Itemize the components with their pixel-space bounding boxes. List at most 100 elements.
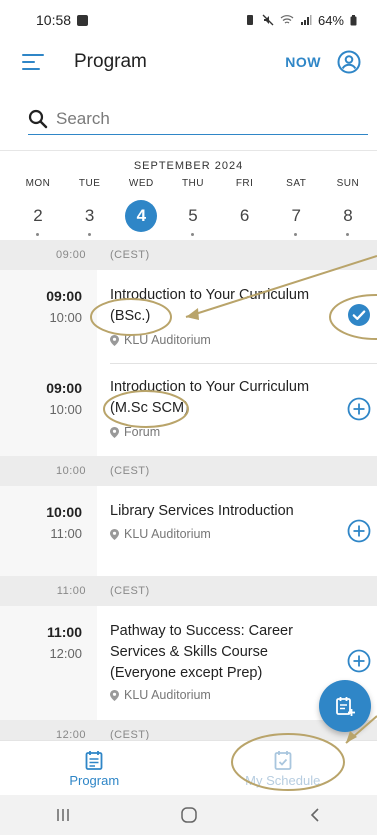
day-number-text: 5	[188, 206, 198, 225]
back-icon[interactable]	[307, 807, 323, 823]
week-calendar: SEPTEMBER 2024 MON 2 TUE 3 WED 4 THU 5 F…	[0, 150, 377, 240]
day-number-text: 4	[136, 206, 147, 225]
location-pin-icon	[110, 689, 119, 701]
event-end: 10:00	[49, 310, 82, 325]
event-title-line: (BSc.)	[110, 308, 151, 324]
calendar-day-fri[interactable]: FRI 6	[225, 178, 265, 232]
event-dot	[294, 233, 298, 236]
app-bar: Program NOW	[0, 40, 377, 84]
hour-time: 10:00	[55, 465, 86, 477]
home-icon[interactable]	[180, 806, 198, 824]
mute-icon	[262, 14, 274, 26]
hour-time: 11:00	[56, 585, 86, 597]
event-start: 09:00	[46, 288, 82, 304]
event-title-line: Services & Skills Course	[110, 644, 268, 660]
location-pin-icon	[110, 426, 119, 438]
event-row[interactable]: 09:00 10:00 Introduction to Your Curricu…	[0, 270, 377, 364]
event-location-text: KLU Auditorium	[124, 527, 211, 541]
event-end: 12:00	[49, 646, 82, 661]
day-of-week: FRI	[235, 178, 254, 189]
day-number-text: 7	[291, 206, 302, 225]
recent-apps-icon[interactable]	[54, 807, 72, 823]
day-number: 8	[332, 200, 364, 236]
event-title-line: Library Services Introduction	[110, 503, 294, 519]
day-number-text: 3	[84, 206, 95, 225]
hour-time: 12:00	[55, 729, 86, 740]
calendar-day-wed[interactable]: WED 4	[121, 178, 161, 232]
nav-program-label: Program	[69, 773, 120, 788]
event-title: Introduction to Your Curriculum (M.Sc SC…	[110, 377, 330, 419]
calendar-day-mon[interactable]: MON 2	[18, 178, 58, 236]
day-of-week: SUN	[336, 178, 360, 189]
account-icon[interactable]	[337, 50, 361, 74]
day-number-text: 8	[343, 206, 353, 225]
status-bar: 10:58 64%	[0, 0, 377, 40]
event-location-text: KLU Auditorium	[124, 688, 211, 702]
event-end: 11:00	[50, 526, 82, 541]
event-row[interactable]: 09:00 10:00 Introduction to Your Curricu…	[0, 364, 377, 456]
event-location-text: KLU Auditorium	[124, 333, 211, 347]
nav-program[interactable]: Program	[0, 741, 189, 795]
calendar-month: SEPTEMBER 2024	[133, 160, 244, 172]
calendar-days: MON 2 TUE 3 WED 4 THU 5 FRI 6 SAT 7 SUN …	[18, 178, 368, 236]
calendar-add-icon	[336, 697, 355, 716]
vibrate-icon	[246, 15, 253, 25]
search-icon	[28, 109, 48, 128]
event-row[interactable]: 10:00 11:00 Library Services Introductio…	[0, 486, 377, 576]
day-number: 7	[280, 200, 312, 236]
calendar-day-tue[interactable]: TUE 3	[70, 178, 110, 236]
hour-header: 10:00 (CEST)	[0, 456, 377, 486]
day-of-week: THU	[181, 178, 204, 189]
calendar-day-sun[interactable]: SUN 8	[328, 178, 368, 236]
location-pin-icon	[110, 528, 119, 540]
event-title-line: Pathway to Success: Career	[110, 623, 293, 639]
system-navigation-bar	[0, 795, 377, 835]
now-button[interactable]: NOW	[285, 54, 321, 70]
schedule-list[interactable]: 09:00 (CEST) 09:00 10:00 Introduction to…	[0, 240, 377, 740]
day-of-week: MON	[25, 178, 51, 189]
day-number: 5	[177, 200, 209, 236]
calendar-day-sat[interactable]: SAT 7	[276, 178, 316, 236]
page-title: Program	[74, 51, 147, 72]
day-number: 2	[22, 200, 54, 236]
add-event-fab[interactable]	[319, 680, 371, 732]
day-number: 6	[229, 200, 261, 232]
program-list-icon	[85, 751, 103, 770]
event-title: Introduction to Your Curriculum (BSc.)	[110, 285, 330, 327]
event-location: KLU Auditorium	[110, 333, 211, 347]
event-start: 09:00	[46, 380, 82, 396]
search-bar[interactable]	[28, 103, 368, 135]
event-title-line: (M.Sc SCM)	[110, 400, 189, 416]
signal-icon	[300, 15, 312, 25]
hour-header: 12:00 (CEST)	[0, 720, 377, 740]
hour-timezone: (CEST)	[110, 465, 150, 477]
battery-percent: 64%	[317, 12, 344, 28]
event-title-line: (Everyone except Prep)	[110, 665, 263, 681]
schedule-check-icon	[274, 751, 292, 770]
menu-icon[interactable]	[22, 54, 44, 70]
nav-my-schedule-label: My Schedule	[245, 773, 321, 788]
battery-icon	[350, 14, 357, 25]
day-number-text: 2	[33, 206, 43, 225]
event-dot	[87, 233, 91, 236]
add-to-schedule-icon[interactable]	[347, 397, 371, 421]
search-input[interactable]	[56, 108, 346, 129]
add-to-schedule-icon[interactable]	[347, 649, 371, 673]
gallery-icon	[77, 14, 89, 26]
nav-my-schedule[interactable]: My Schedule	[189, 741, 377, 795]
add-to-schedule-icon[interactable]	[347, 519, 371, 543]
added-check-icon[interactable]	[347, 303, 371, 327]
event-title: Pathway to Success: Career Services & Sk…	[110, 621, 330, 684]
bottom-navigation: Program My Schedule	[0, 740, 377, 795]
status-time: 10:58	[36, 12, 72, 28]
calendar-day-thu[interactable]: THU 5	[173, 178, 213, 236]
event-title-line: Introduction to Your Curriculum	[110, 287, 310, 303]
event-location-text: Forum	[124, 425, 161, 439]
event-location: KLU Auditorium	[110, 688, 211, 702]
hour-time: 09:00	[55, 249, 86, 261]
status-left: 10:58	[36, 12, 89, 28]
event-start: 10:00	[46, 504, 82, 520]
event-dot	[190, 233, 194, 236]
hour-header: 11:00 (CEST)	[0, 576, 377, 606]
event-title: Library Services Introduction	[110, 501, 330, 522]
